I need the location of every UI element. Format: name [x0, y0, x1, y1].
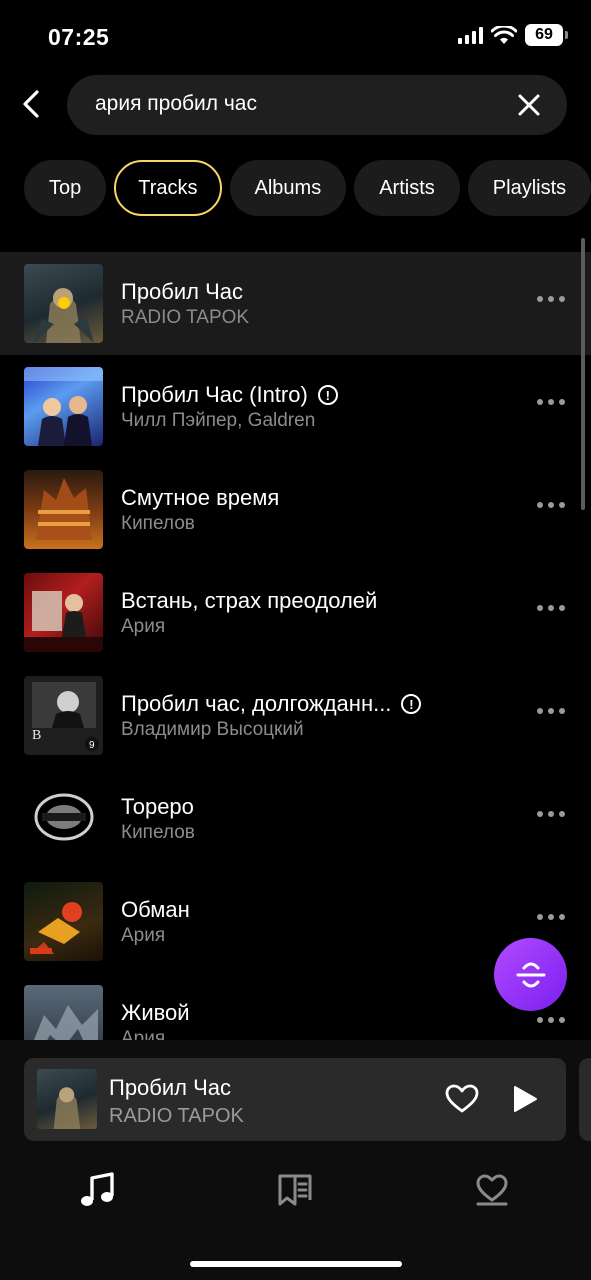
more-options-button[interactable] — [537, 811, 565, 817]
track-artist: Кипелов — [121, 822, 195, 843]
track-row[interactable]: Пробил Час (Intro) ! Чилл Пэйпер, Galdre… — [0, 355, 591, 458]
now-playing-indicator — [58, 297, 70, 309]
scrollbar[interactable] — [581, 238, 585, 510]
track-artist: Чилл Пэйпер, Galdren — [121, 410, 316, 431]
play-button[interactable] — [512, 1085, 538, 1118]
nav-music[interactable] — [76, 1168, 120, 1212]
explicit-icon: ! — [401, 694, 422, 714]
heart-icon — [445, 1084, 479, 1113]
track-title: Пробил Час (Intro) ! — [121, 382, 338, 408]
track-artist: Ария — [121, 925, 166, 946]
track-cover — [24, 779, 103, 858]
more-options-button[interactable] — [537, 1017, 565, 1023]
mini-player[interactable]: Пробил Час RADIO TAPOK — [24, 1058, 566, 1141]
nav-library[interactable] — [273, 1168, 317, 1212]
more-options-button[interactable] — [537, 914, 565, 920]
track-title: Тореро — [121, 794, 194, 819]
cover-art — [34, 793, 94, 841]
wave-icon — [516, 962, 545, 987]
track-artist: Владимир Высоцкий — [121, 719, 304, 740]
track-title: Смутное время — [121, 485, 280, 510]
status-icons: 69 — [458, 24, 568, 46]
explicit-icon: ! — [317, 385, 338, 405]
home-indicator[interactable] — [190, 1261, 402, 1267]
track-cover — [24, 985, 103, 1040]
nav-favorites[interactable] — [470, 1168, 514, 1212]
battery-level: 69 — [535, 26, 553, 43]
search-query[interactable]: ария пробил час — [95, 92, 257, 116]
cover-art — [34, 1005, 98, 1040]
music-note-icon — [81, 1172, 114, 1206]
track-cover — [24, 470, 103, 549]
track-title: Живой — [121, 1000, 190, 1025]
tab-playlists[interactable]: Playlists — [467, 160, 591, 216]
mini-player-cover — [37, 1069, 97, 1129]
track-cover — [24, 573, 103, 652]
cover-art — [53, 1087, 81, 1129]
search-filter-tabs: Top Tracks Albums Artists Playlists — [24, 160, 591, 216]
more-options-button[interactable] — [537, 605, 565, 611]
track-cover — [24, 367, 103, 446]
track-cover — [24, 264, 103, 343]
track-artist: Ария — [121, 1028, 166, 1040]
svg-text:B: B — [32, 728, 41, 743]
track-row[interactable]: Пробил Час RADIO TAPOK — [0, 252, 591, 355]
more-options-button[interactable] — [537, 502, 565, 508]
cover-art: B 9 — [32, 682, 99, 751]
tab-artists[interactable]: Artists — [354, 160, 460, 216]
track-row[interactable]: B 9 Пробил час, долгожданн... ! Владимир… — [0, 664, 591, 767]
wave-button[interactable] — [494, 938, 567, 1011]
track-list: Пробил Час RADIO TAPOK Пробил Час (Intro… — [0, 252, 591, 1040]
cover-art — [24, 367, 103, 446]
track-cover — [24, 882, 103, 961]
track-title: Пробил час, долгожданн... ! — [121, 691, 422, 717]
clear-search-button[interactable] — [515, 91, 543, 119]
bottom-navigation — [0, 1160, 591, 1230]
favorites-icon — [476, 1174, 508, 1206]
track-row[interactable]: Встань, страх преодолей Ария — [0, 561, 591, 664]
mini-player-artist: RADIO TAPOK — [109, 1105, 244, 1127]
cover-art — [24, 591, 103, 652]
tab-tracks[interactable]: Tracks — [114, 160, 222, 216]
track-row[interactable]: Смутное время Кипелов — [0, 458, 591, 561]
close-icon — [518, 94, 540, 116]
cover-art — [30, 902, 82, 954]
track-cover: B 9 — [24, 676, 103, 755]
more-options-button[interactable] — [537, 708, 565, 714]
track-artist: Кипелов — [121, 513, 195, 534]
cover-art — [36, 478, 92, 540]
track-title: Обман — [121, 897, 190, 922]
status-time: 07:25 — [48, 24, 110, 50]
cover-badge: 9 — [89, 740, 95, 751]
status-bar: 07:25 69 — [0, 0, 591, 70]
like-button[interactable] — [445, 1084, 479, 1119]
track-title: Встань, страх преодолей — [121, 588, 378, 613]
more-options-button[interactable] — [537, 296, 565, 302]
chevron-left-icon — [23, 90, 39, 118]
track-row[interactable]: Тореро Кипелов — [0, 767, 591, 870]
track-artist: Ария — [121, 616, 166, 637]
cellular-signal-icon — [458, 26, 483, 44]
play-icon — [514, 1086, 537, 1112]
search-input[interactable]: ария пробил час — [67, 75, 567, 135]
back-button[interactable] — [14, 86, 48, 122]
more-options-button[interactable] — [537, 399, 565, 405]
battery-indicator: 69 — [525, 24, 568, 46]
wifi-icon — [491, 25, 517, 44]
library-icon — [278, 1174, 312, 1206]
tab-top[interactable]: Top — [24, 160, 107, 216]
mini-player-title: Пробил Час — [109, 1075, 232, 1100]
next-mini-player-peek[interactable] — [579, 1058, 591, 1141]
tab-albums[interactable]: Albums — [229, 160, 347, 216]
track-title: Пробил Час — [121, 279, 244, 304]
track-artist: RADIO TAPOK — [121, 307, 250, 328]
